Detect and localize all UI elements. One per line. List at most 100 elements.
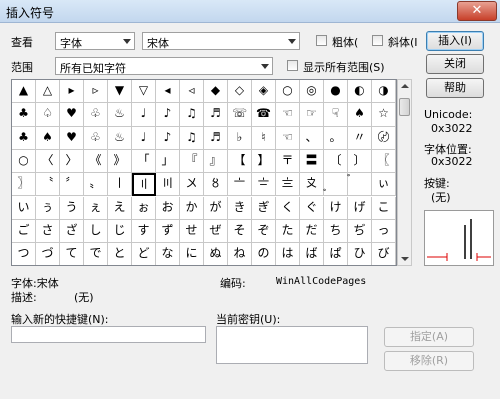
symbol-cell[interactable]: 〔 [324,149,348,174]
symbol-cell[interactable]: ▼ [108,80,132,104]
symbol-cell[interactable]: 〗 [12,173,36,197]
symbol-cell[interactable]: ○ [276,80,300,104]
symbol-cell[interactable]: 〩 [300,173,324,197]
symbol-cell[interactable]: 〄 [372,126,396,150]
symbol-cell[interactable]: 〤 [180,173,204,197]
current-keys-list[interactable] [216,326,368,364]
symbol-cell[interactable]: ◃ [180,80,204,104]
symbol-cell[interactable]: く [276,196,300,220]
symbol-cell[interactable]: で [84,243,108,265]
symbol-cell[interactable]: は [276,243,300,265]
scroll-up-icon[interactable] [401,84,409,88]
symbol-cell[interactable]: ♫ [180,126,204,150]
symbol-cell[interactable]: ☟ [324,103,348,127]
scroll-thumb[interactable] [399,98,410,116]
symbol-cell[interactable]: 〡 [108,173,132,197]
symbol-cell[interactable]: ◎ [300,80,324,104]
symbol-cell[interactable]: ぐ [300,196,324,220]
close-button[interactable]: 关闭 [426,54,484,74]
symbol-cell[interactable]: 、 [300,126,324,150]
symbol-cell[interactable]: 《 [84,149,108,174]
symbol-cell[interactable]: ☆ [372,103,396,127]
symbol-cell[interactable]: ぇ [84,196,108,220]
symbol-cell[interactable]: す [132,219,156,244]
symbol-cell[interactable]: う [60,196,84,220]
symbol-cell[interactable]: ◑ [372,80,396,104]
symbol-cell[interactable]: ぢ [348,219,372,244]
symbol-cell[interactable]: ど [132,243,156,265]
symbol-cell[interactable]: 。 [324,126,348,150]
symbol-cell[interactable]: ◈ [252,80,276,104]
symbol-cell[interactable]: 〕 [348,149,372,174]
symbol-cell[interactable]: ぎ [252,196,276,220]
symbol-cell[interactable]: ♪ [156,126,180,150]
symbol-cell[interactable]: ☞ [300,103,324,127]
insert-button[interactable]: 插入(I) [426,31,484,51]
symbol-cell[interactable]: 〉 [60,149,84,174]
help-button[interactable]: 帮助 [426,78,484,98]
symbol-cell[interactable]: 」 [156,149,180,174]
symbol-cell[interactable]: ☜ [276,103,300,127]
close-window-button[interactable]: ✕ [457,1,497,21]
symbol-cell[interactable]: ♨ [108,126,132,150]
symbol-cell[interactable]: ♫ [180,103,204,127]
symbol-cell[interactable]: 〥 [204,173,228,197]
font-dropdown[interactable]: 宋体 [142,32,300,50]
symbol-cell[interactable]: い [12,196,36,220]
symbol-cell[interactable]: ち [324,219,348,244]
symbol-cell[interactable]: ぜ [204,219,228,244]
symbol-cell[interactable]: ぞ [252,219,276,244]
symbol-cell[interactable]: つ [12,243,36,265]
symbol-cell[interactable]: け [324,196,348,220]
symbol-cell[interactable]: 〣 [156,173,180,197]
symbol-cell[interactable]: ○ [12,149,36,174]
symbol-cell[interactable]: ね [228,243,252,265]
symbol-cell[interactable]: 〨 [276,173,300,197]
symbol-cell[interactable]: ぉ [132,196,156,220]
symbol-cell[interactable]: ざ [60,219,84,244]
symbol-cell[interactable]: ▽ [132,80,156,104]
symbol-cell[interactable]: ☜ [276,126,300,150]
symbol-cell[interactable]: 〟 [84,173,108,197]
bold-checkbox[interactable]: 粗体( [316,33,368,49]
symbol-cell[interactable]: ♧ [84,126,108,150]
symbol-cell[interactable]: ◆ [204,80,228,104]
symbol-cell[interactable]: ♩ [132,103,156,127]
symbol-cell[interactable]: 〧 [252,173,276,197]
symbol-grid[interactable]: ▲ △ ▸ ▹ ▼ ▽ ◂ ◃ ◆ ◇ ◈ ○ ◎ ● ◐ ◑ ♣ ♤ ♥ ♧ ♨ ♩ ♪ ♫ ♬ ☏ ☎ ☜ ☞ ☟ ♠ ☆ ♣ ♠ ♥ ♧ ♨ ♩ ♪ ♫… [11,79,397,266]
symbol-cell[interactable]: ♬ [204,103,228,127]
symbol-cell[interactable]: な [156,243,180,265]
symbol-cell[interactable]: 〞 [60,173,84,197]
symbol-cell[interactable]: ● [324,80,348,104]
symbol-cell[interactable]: お [156,196,180,220]
scroll-down-icon[interactable] [401,257,409,261]
symbol-cell[interactable]: ♮ [252,126,276,150]
new-shortcut-input[interactable] [11,326,206,343]
symbol-cell[interactable]: ▲ [12,80,36,104]
symbol-cell[interactable]: っ [372,219,396,244]
remove-button[interactable]: 移除(R) [384,351,474,371]
symbol-cell[interactable]: 】 [252,149,276,174]
symbol-cell[interactable]: ♪ [156,103,180,127]
symbol-cell[interactable]: 》 [108,149,132,174]
symbol-cell[interactable]: ぬ [204,243,228,265]
symbol-cell[interactable]: 〓 [300,149,324,174]
symbol-cell[interactable]: び [372,243,396,265]
symbol-cell[interactable]: ♩ [132,126,156,150]
symbol-cell[interactable]: 「 [132,149,156,174]
symbol-cell[interactable]: ♧ [84,103,108,127]
symbol-cell[interactable]: ♭ [228,126,252,150]
symbol-cell[interactable]: 『 [180,149,204,174]
italic-checkbox-box[interactable] [372,35,383,46]
symbol-cell[interactable]: 〪 [324,173,348,197]
grid-scrollbar[interactable] [397,79,412,266]
symbol-cell[interactable]: ☎ [252,103,276,127]
symbol-cell[interactable]: ♠ [348,103,372,127]
symbol-cell[interactable]: 〦 [228,173,252,197]
symbol-cell[interactable]: ◇ [228,80,252,104]
title-bar[interactable]: 插入符号 ✕ [0,0,500,23]
symbol-cell[interactable]: ▹ [84,80,108,104]
symbol-cell[interactable]: ♨ [108,103,132,127]
symbol-cell[interactable]: 【 [228,149,252,174]
symbol-cell[interactable]: と [108,243,132,265]
